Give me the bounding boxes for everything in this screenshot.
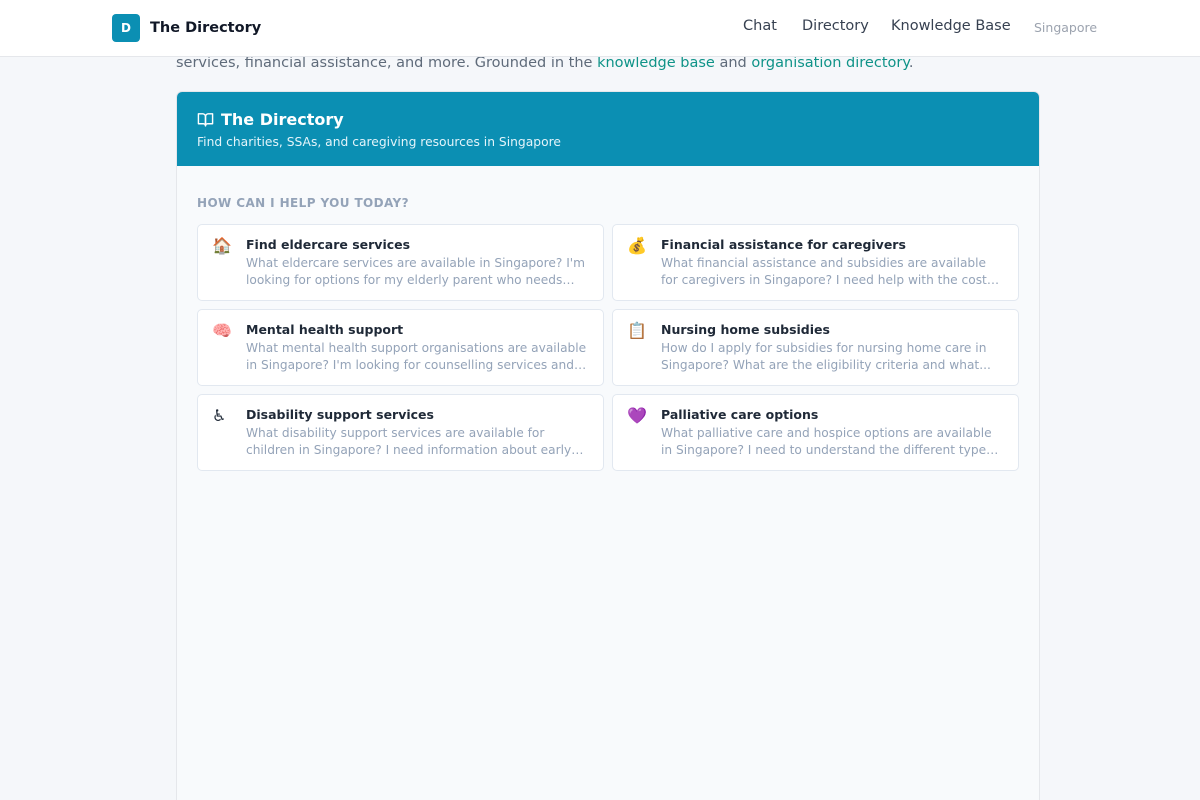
suggestion-card-palliative-care[interactable]: 💜 Palliative care options What palliativ… [612, 394, 1019, 471]
region-label: Singapore [1034, 20, 1098, 35]
suggestion-text: Financial assistance for caregivers What… [661, 237, 1004, 300]
suggestion-card-disability-support[interactable]: ♿ Disability support services What disab… [197, 394, 604, 471]
suggestion-description: What disability support services are ava… [246, 426, 572, 457]
card-title-row: The Directory [197, 110, 1019, 129]
intro-text-end: . [908, 55, 914, 71]
suggestion-grid: 🏠 Find eldercare services What eldercare… [197, 224, 1019, 471]
open-book-icon [197, 113, 214, 127]
suggestion-title: Financial assistance for caregivers [661, 237, 906, 252]
suggestion-description: What eldercare services are available in… [246, 256, 586, 287]
intro-text-middle: and [714, 55, 752, 71]
suggestion-card-nursing-home[interactable]: 📋 Nursing home subsidies How do I apply … [612, 309, 1019, 386]
intro-text-start: services, financial assistance, and more… [176, 55, 598, 71]
suggestion-title: Disability support services [246, 407, 434, 422]
main-nav: Chat Directory Knowledge Base Singapore [0, 18, 1200, 38]
suggestion-text: Find eldercare services What eldercare s… [246, 237, 589, 300]
intro-text: services, financial assistance, and more… [176, 55, 1036, 71]
suggestion-text: Nursing home subsidies How do I apply fo… [661, 322, 1004, 385]
suggestion-description: What mental health support organisations… [246, 341, 587, 372]
card-title: The Directory [221, 110, 344, 129]
chat-card: The Directory Find charities, SSAs, and … [176, 91, 1040, 800]
clipboard-icon: 📋 [627, 321, 647, 340]
wheelchair-icon: ♿ [212, 406, 227, 425]
nav-link-chat[interactable]: Chat [743, 18, 777, 34]
suggestion-card-eldercare[interactable]: 🏠 Find eldercare services What eldercare… [197, 224, 604, 301]
organisation-directory-link[interactable]: organisation directory [751, 55, 909, 71]
top-navbar: D The Directory Chat Directory Knowledge… [0, 0, 1200, 57]
nav-link-knowledge-base[interactable]: Knowledge Base [891, 18, 1011, 34]
house-icon: 🏠 [212, 236, 232, 255]
suggestion-text: Palliative care options What palliative … [661, 407, 1004, 470]
suggestion-title: Find eldercare services [246, 237, 411, 252]
card-body: HOW CAN I HELP YOU TODAY? 🏠 Find elderca… [177, 166, 1039, 800]
money-bag-icon: 💰 [627, 236, 647, 255]
help-heading: HOW CAN I HELP YOU TODAY? [197, 196, 409, 210]
suggestion-description: How do I apply for subsidies for nursing… [661, 341, 991, 372]
suggestion-description: What palliative care and hospice options… [661, 426, 993, 457]
suggestion-description: What financial assistance and subsidies … [661, 256, 994, 287]
purple-heart-icon: 💜 [627, 406, 647, 425]
card-subtitle: Find charities, SSAs, and caregiving res… [197, 135, 561, 149]
brain-icon: 🧠 [212, 321, 232, 340]
suggestion-title: Mental health support [246, 322, 404, 337]
suggestion-title: Nursing home subsidies [661, 322, 830, 337]
suggestion-text: Mental health support What mental health… [246, 322, 589, 385]
card-header: The Directory Find charities, SSAs, and … [177, 92, 1039, 166]
knowledge-base-link[interactable]: knowledge base [597, 55, 715, 71]
suggestion-text: Disability support services What disabil… [246, 407, 589, 470]
suggestion-card-financial-assistance[interactable]: 💰 Financial assistance for caregivers Wh… [612, 224, 1019, 301]
nav-link-directory[interactable]: Directory [802, 18, 869, 34]
suggestion-card-mental-health[interactable]: 🧠 Mental health support What mental heal… [197, 309, 604, 386]
suggestion-title: Palliative care options [661, 407, 819, 422]
